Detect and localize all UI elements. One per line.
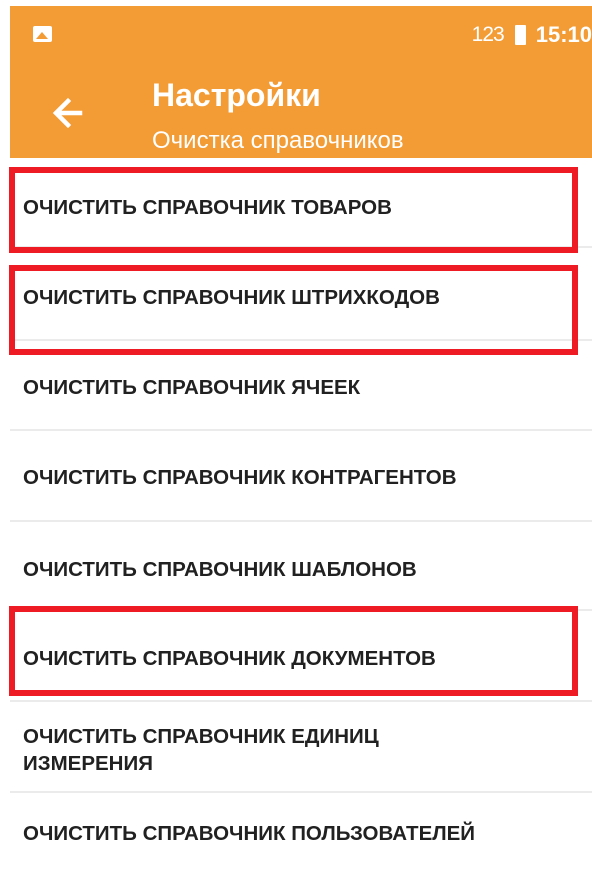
clear-documents-directory-item[interactable]: ОЧИСТИТЬ СПРАВОЧНИК ДОКУМЕНТОВ: [23, 637, 584, 679]
input-indicator: 123: [471, 23, 505, 46]
menu-divider: [10, 246, 592, 248]
clear-units-directory-item[interactable]: ОЧИСТИТЬ СПРАВОЧНИК ЕДИНИЦ ИЗМЕРЕНИЯ: [23, 720, 493, 780]
menu-divider: [10, 700, 592, 702]
page-title: Настройки: [152, 77, 321, 113]
page-subtitle: Очистка справочников: [152, 127, 404, 154]
clear-barcodes-directory-item[interactable]: ОЧИСТИТЬ СПРАВОЧНИК ШТРИХКОДОВ: [23, 276, 584, 318]
battery-icon: [514, 25, 526, 45]
arrow-left-icon[interactable]: [48, 94, 90, 132]
menu-divider: [10, 429, 592, 431]
clear-counterparties-directory-item[interactable]: ОЧИСТИТЬ СПРАВОЧНИК КОНТРАГЕНТОВ: [23, 456, 584, 498]
clear-users-directory-item[interactable]: ОЧИСТИТЬ СПРАВОЧНИК ПОЛЬЗОВАТЕЛЕЙ: [23, 812, 584, 854]
status-time: 15:10: [535, 22, 592, 47]
clear-cells-directory-item[interactable]: ОЧИСТИТЬ СПРАВОЧНИК ЯЧЕЕК: [23, 366, 584, 408]
menu-divider: [10, 520, 592, 522]
menu-divider: [10, 791, 592, 793]
menu-divider: [10, 339, 592, 341]
image-icon: [33, 26, 52, 42]
menu-divider: [10, 609, 592, 611]
status-bar-right: 123 15:10: [472, 20, 592, 50]
clear-products-directory-item[interactable]: ОЧИСТИТЬ СПРАВОЧНИК ТОВАРОВ: [23, 186, 584, 228]
clear-templates-directory-item[interactable]: ОЧИСТИТЬ СПРАВОЧНИК ШАБЛОНОВ: [23, 548, 584, 590]
app-bar: 123 15:10 Настройки Очистка справочников: [10, 6, 592, 158]
